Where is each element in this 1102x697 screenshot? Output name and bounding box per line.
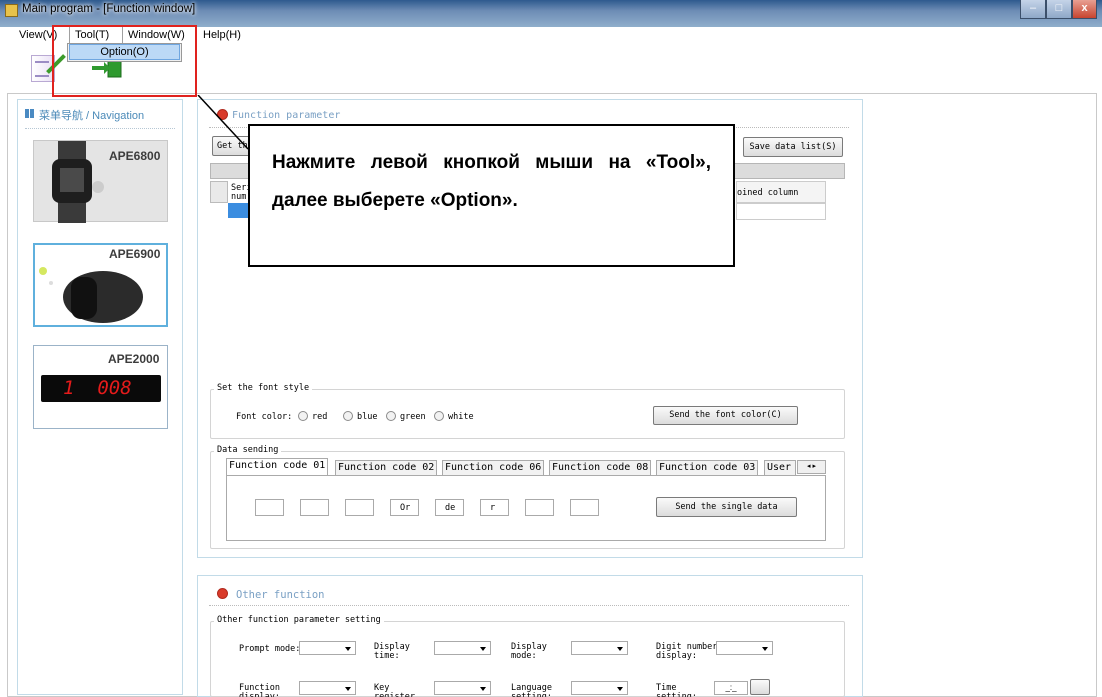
display-device: 1 008 (41, 375, 161, 402)
window-title: Main program - [Function window] (22, 3, 196, 15)
card-label: APE6800 (109, 149, 161, 163)
close-button[interactable]: x (1072, 0, 1097, 19)
data-input-6[interactable]: r (480, 499, 509, 516)
tab-function-code-08[interactable]: Function code 08 (549, 460, 652, 475)
language-label: Language setting: (511, 683, 552, 697)
save-data-list-button[interactable]: Save data list(S) (743, 137, 843, 157)
instruction-callout: Нажмите левой кнопкой мыши на «Tool», да… (248, 124, 735, 267)
send-font-color-button[interactable]: Send the font color(C) (653, 406, 798, 425)
prompt-mode-select[interactable] (299, 641, 356, 655)
data-input-8[interactable] (570, 499, 599, 516)
nav-item-ape2000[interactable]: APE2000 1 008 (33, 345, 168, 429)
tab-function-code-06[interactable]: Function code 06 (442, 460, 545, 475)
data-input-2[interactable] (300, 499, 329, 516)
data-input-4[interactable]: Or (390, 499, 419, 516)
maximize-button[interactable]: □ (1046, 0, 1072, 19)
display-digits: 1 008 (63, 377, 132, 399)
tab-function-code-02[interactable]: Function code 02 (335, 460, 438, 475)
grid-col-joined: oined column (737, 188, 799, 198)
time-picker[interactable]: _:_ (714, 681, 748, 695)
window-controls: – □ x (1020, 0, 1097, 19)
data-input-5[interactable]: de (435, 499, 464, 516)
data-input-3[interactable] (345, 499, 374, 516)
nav-divider (25, 128, 175, 129)
menu-help[interactable]: Help(H) (203, 29, 241, 41)
app-icon (5, 4, 18, 17)
radio-blue[interactable] (343, 411, 353, 421)
data-sending-title: Data sending (214, 445, 282, 455)
card-label: APE6900 (109, 247, 161, 261)
radio-green[interactable] (386, 411, 396, 421)
other-function-title: Other function (236, 589, 325, 601)
nav-item-ape6900[interactable]: APE6900 (33, 243, 168, 327)
radio-white-label: white (448, 412, 474, 422)
function-display-label: Function display: (239, 683, 280, 697)
radio-blue-label: blue (357, 412, 378, 422)
grid-col-serial-2: num (231, 192, 247, 202)
font-color-label: Font color: (236, 412, 293, 422)
card-label: APE2000 (108, 352, 160, 366)
language-select[interactable] (571, 681, 628, 695)
data-input-1[interactable] (255, 499, 284, 516)
send-single-data-button[interactable]: Send the single data (656, 497, 797, 517)
function-display-select[interactable] (299, 681, 356, 695)
radio-white[interactable] (434, 411, 444, 421)
grid-cell[interactable] (736, 203, 826, 220)
digit-number-label: Digit number display: (656, 642, 718, 661)
digit-number-select[interactable] (716, 641, 773, 655)
key-register-label: Key register mode: (374, 683, 415, 697)
radio-red[interactable] (298, 411, 308, 421)
font-style-title: Set the font style (214, 383, 313, 393)
tab-function-code-03[interactable]: Function code 03 (656, 460, 759, 475)
info-icon (217, 588, 228, 599)
time-setting-label: Time setting: (656, 683, 697, 697)
highlight-box (52, 25, 197, 97)
grid-row-header (210, 181, 228, 203)
key-register-select[interactable] (434, 681, 491, 695)
callout-pointer (197, 95, 249, 150)
grid-icon (25, 109, 35, 118)
radio-green-label: green (400, 412, 426, 422)
tab-function-code-01[interactable]: Function code 01 (226, 458, 329, 475)
data-input-7[interactable] (525, 499, 554, 516)
section-divider (209, 605, 849, 606)
nav-title: 菜单导航 / Navigation (39, 110, 145, 122)
wristband-image (39, 267, 143, 323)
tab-user[interactable]: User (764, 460, 796, 475)
watch-image (52, 141, 104, 223)
minimize-button[interactable]: – (1020, 0, 1046, 19)
display-time-label: Display time: (374, 642, 410, 661)
tab-scroll-arrows[interactable]: ◂ ▸ (797, 460, 826, 474)
display-time-select[interactable] (434, 641, 491, 655)
other-parameter-title: Other function parameter setting (214, 615, 384, 625)
prompt-mode-label: Prompt mode: (239, 644, 301, 654)
nav-item-ape6800[interactable]: APE6800 (33, 140, 168, 223)
display-mode-select[interactable] (571, 641, 628, 655)
grid-selected-cell[interactable] (228, 203, 250, 218)
radio-red-label: red (312, 412, 328, 422)
time-spin-button[interactable] (750, 679, 770, 695)
display-mode-label: Display mode: (511, 642, 547, 661)
